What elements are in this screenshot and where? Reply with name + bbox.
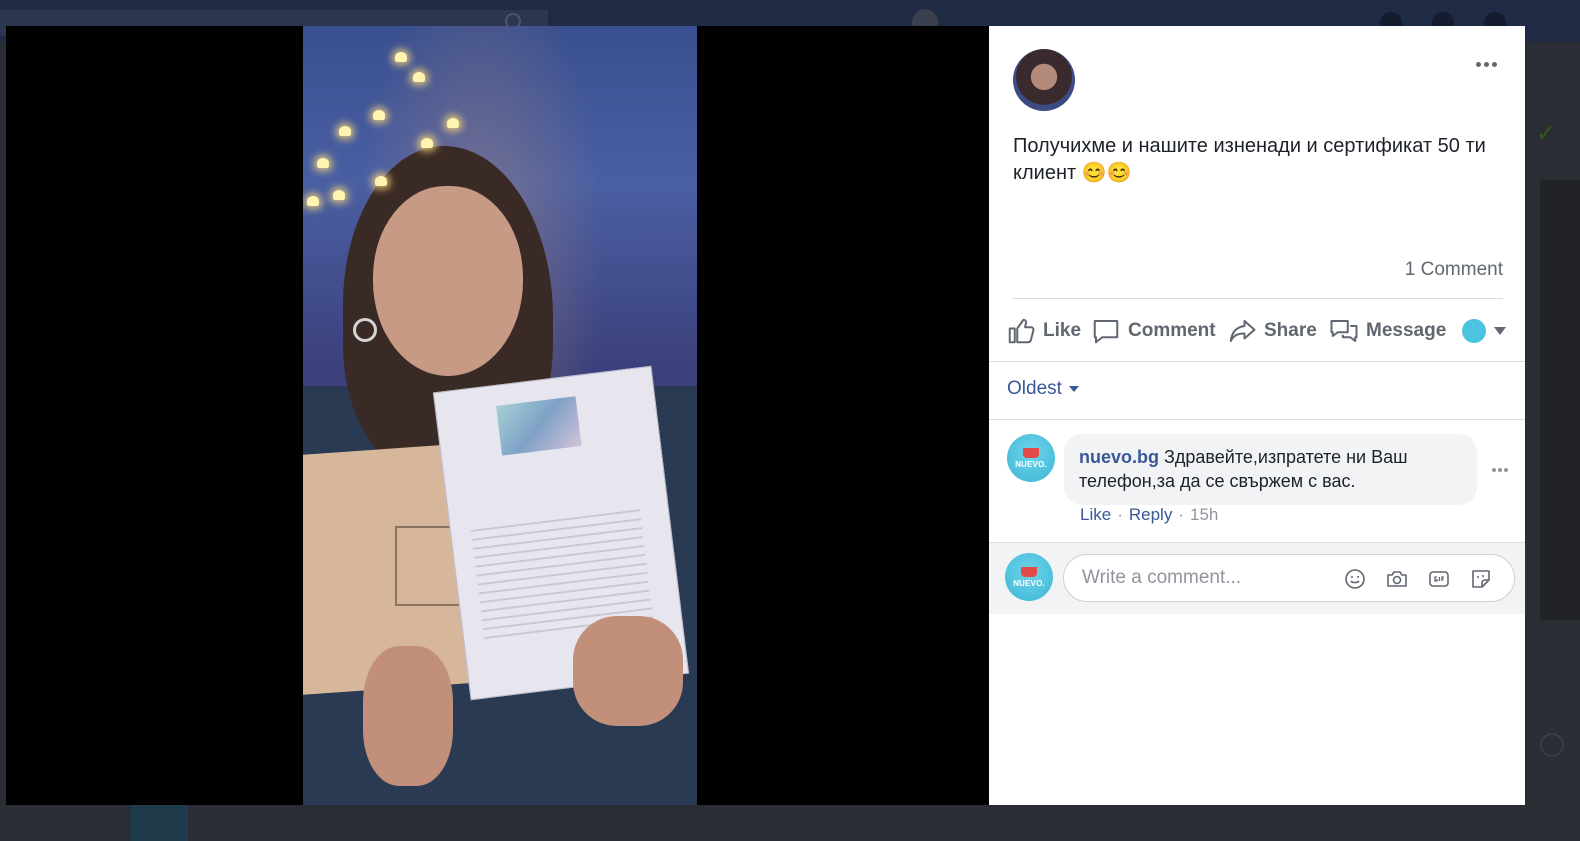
message-label: Message [1366,320,1447,341]
commenter-avatar[interactable]: NUEVO. [1007,434,1055,482]
page-avatar-small [1462,319,1486,343]
sticker-icon[interactable] [1469,567,1493,591]
post-photo[interactable] [303,26,697,805]
photo-butterfly [421,138,433,148]
photo-butterfly [317,158,329,168]
composer-avatar: NUEVO. [1005,553,1053,601]
background-feed-card [128,800,628,841]
comment-bubble: nuevo.bg Здравейте,изпратете ни Ваш теле… [1064,434,1477,505]
photo-butterfly [373,110,385,120]
like-label: Like [1043,320,1082,341]
comment-like-link[interactable]: Like [1080,505,1111,525]
background-feed-thumbnail [130,804,188,841]
comment-order-dropdown[interactable]: Oldest [1007,378,1079,400]
caret-down-icon [1068,386,1079,392]
page-logo-text: NUEVO. [1013,578,1045,588]
like-button[interactable]: Like [1001,311,1086,351]
photo-butterfly [333,190,345,200]
emoji-icon[interactable] [1343,567,1367,591]
divider [1012,298,1503,299]
like-icon [1008,318,1035,344]
comment-count-link[interactable]: 1 Comment [1405,259,1503,281]
background-emoji-icon [1540,733,1564,757]
meta-separator: · [1117,505,1123,524]
photo-earring [353,318,377,342]
comment-timestamp[interactable]: 15h [1190,505,1218,525]
post-action-bar: Like Comment Share Message [989,311,1525,351]
photo-hand-right [573,616,683,726]
post-side-panel: Получихме и нашите изненади и сертификат… [989,26,1525,805]
comment-icon [1093,320,1119,344]
comment-author-link[interactable]: nuevo.bg [1079,447,1159,467]
divider [989,361,1525,362]
page-identity-selector[interactable] [1462,319,1506,343]
photo-butterfly [447,118,459,128]
photo-hand-left [363,646,453,786]
photo-face [373,186,523,376]
meta-separator: · [1178,505,1184,524]
photo-butterfly [339,126,351,136]
certificate-logo [496,396,582,456]
photo-butterfly [307,196,319,206]
photo-butterfly [413,72,425,82]
camera-icon[interactable] [1385,567,1409,591]
basket-icon [1021,566,1037,577]
comment-button[interactable]: Comment [1086,311,1221,351]
message-icon [1330,320,1358,342]
post-options-icon[interactable] [1476,57,1504,71]
comment-label: Comment [1128,320,1216,341]
share-label: Share [1264,320,1317,341]
background-check-icon: ✓ [1536,120,1557,147]
comment-options-icon[interactable] [1492,468,1508,472]
share-button[interactable]: Share [1222,311,1322,351]
post-text: Получихме и нашите изненади и сертификат… [1013,135,1486,184]
divider [989,419,1525,420]
share-icon [1229,320,1256,342]
gif-icon[interactable] [1427,567,1451,591]
basket-icon [1023,447,1039,458]
caret-down-icon [1494,327,1506,335]
photo-butterfly [395,52,407,62]
comment-meta: Like · Reply · 15h [1080,505,1218,525]
photo-stage [6,26,996,805]
background-right-panel [1540,180,1580,620]
comment-reply-link[interactable]: Reply [1129,505,1172,525]
photo-butterfly [375,176,387,186]
message-button[interactable]: Message [1324,311,1451,351]
comment-order-label: Oldest [1007,378,1062,399]
page-logo-text: NUEVO. [1015,459,1047,469]
photo-theater: Получихме и нашите изненади и сертификат… [6,26,1536,805]
author-avatar[interactable] [1013,49,1075,111]
